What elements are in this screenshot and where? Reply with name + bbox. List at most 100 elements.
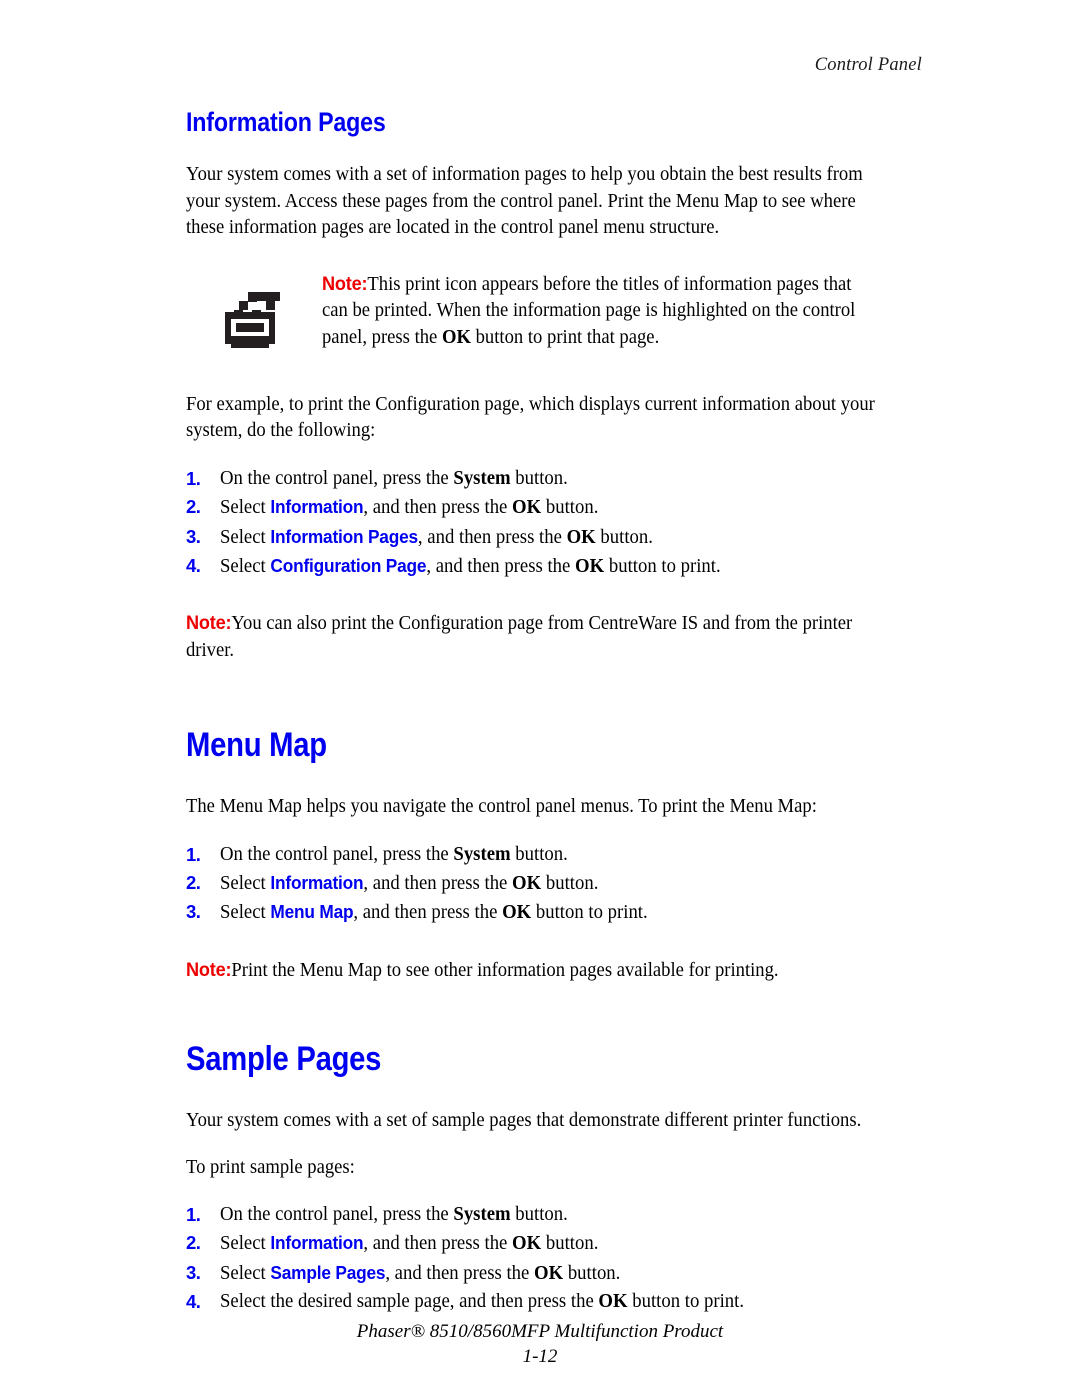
document-page: Control Panel Information Pages Your sys…	[0, 0, 1080, 1397]
page-title: Information Pages	[186, 107, 386, 137]
lead-in-paragraph: For example, to print the Configuration …	[186, 393, 875, 442]
step-text: On the control panel, press the System b…	[220, 465, 568, 493]
step-suffix: button.	[541, 873, 599, 895]
lead-in-paragraph: To print sample pages:	[186, 1156, 355, 1178]
step-number: 3.	[186, 525, 201, 547]
list-item: 3. Select Sample Pages, and then press t…	[186, 1259, 908, 1288]
step-number: 3.	[186, 901, 201, 923]
intro-paragraph: The Menu Map helps you navigate the cont…	[186, 796, 817, 818]
system-button-term: System	[453, 467, 511, 489]
ok-button-term: OK	[441, 326, 471, 348]
step-mid: , and then press the	[426, 556, 576, 578]
step-prefix: On the control panel, press the	[220, 1204, 454, 1226]
step-text: Select Menu Map, and then press the OK b…	[220, 898, 648, 927]
ok-button-term: OK	[575, 556, 605, 578]
step-number: 2.	[186, 872, 201, 894]
ok-button-term: OK	[598, 1291, 628, 1313]
step-prefix: Select	[220, 526, 271, 548]
step-prefix: Select	[220, 1233, 271, 1255]
step-suffix: button to print.	[531, 902, 648, 924]
running-header: Control Panel	[814, 55, 922, 75]
section-sample-pages: Sample Pages Your system comes with a se…	[186, 1042, 908, 1316]
ok-button-term: OK	[512, 873, 542, 895]
note-text: Print the Menu Map to see other informat…	[231, 959, 779, 981]
list-item: 1. On the control panel, press the Syste…	[186, 841, 908, 869]
step-suffix: button to print.	[627, 1291, 745, 1313]
steps-list-information-pages: 1. On the control panel, press the Syste…	[186, 465, 908, 582]
step-prefix: On the control panel, press the	[220, 843, 454, 865]
note-block-print-icon: Note:This print icon appears before the …	[186, 272, 908, 358]
step-number: 2.	[186, 496, 201, 518]
system-button-term: System	[453, 1204, 511, 1226]
footer-product-name: Phaser® 8510/8560MFP Multifunction Produ…	[356, 1321, 724, 1342]
step-mid: , and then press the	[363, 1233, 513, 1255]
step-text: Select Information, and then press the O…	[220, 869, 598, 898]
step-prefix: Select the desired sample page, and then…	[220, 1291, 599, 1313]
section-menu-map: Menu Map The Menu Map helps you navigate…	[186, 728, 908, 984]
step-prefix: Select	[220, 497, 271, 519]
step-text: Select Configuration Page, and then pres…	[220, 552, 721, 581]
section-heading-sample-pages: Sample Pages	[186, 1040, 382, 1079]
step-number: 2.	[186, 1232, 201, 1254]
step-suffix: button.	[510, 467, 568, 489]
section-information-pages: Information Pages Your system comes with…	[186, 108, 908, 664]
step-mid: , and then press the	[363, 497, 513, 519]
list-item: 2. Select Information, and then press th…	[186, 869, 908, 898]
step-number: 4.	[186, 555, 201, 577]
step-suffix: button.	[563, 1262, 621, 1284]
intro-paragraph: Your system comes with a set of informat…	[186, 164, 863, 239]
step-suffix: button.	[541, 1233, 599, 1255]
steps-list-sample-pages: 1. On the control panel, press the Syste…	[186, 1201, 908, 1317]
printer-icon	[222, 288, 284, 350]
step-mid: , and then press the	[363, 873, 513, 895]
list-item: 1. On the control panel, press the Syste…	[186, 1201, 908, 1229]
page-footer: Phaser® 8510/8560MFP Multifunction Produ…	[0, 1319, 1080, 1369]
step-prefix: On the control panel, press the	[220, 467, 454, 489]
note-block: Note:Print the Menu Map to see other inf…	[186, 958, 908, 985]
step-mid: , and then press the	[417, 526, 567, 548]
note-text-part-2: button to print that page.	[470, 326, 660, 348]
list-item: 1. On the control panel, press the Syste…	[186, 465, 908, 493]
menu-term-sample-pages: Sample Pages	[270, 1262, 386, 1283]
note-label: Note:	[186, 959, 232, 981]
menu-term-information: Information	[270, 1233, 364, 1254]
ok-button-term: OK	[512, 497, 542, 519]
step-text: On the control panel, press the System b…	[220, 841, 568, 869]
menu-term-configuration-page: Configuration Page	[270, 556, 427, 577]
ok-button-term: OK	[566, 526, 596, 548]
step-suffix: button to print.	[604, 556, 721, 578]
step-text: Select the desired sample page, and then…	[220, 1288, 744, 1316]
menu-term-information: Information	[270, 497, 364, 518]
step-number: 1.	[186, 843, 201, 865]
list-item: 4. Select Configuration Page, and then p…	[186, 552, 908, 581]
step-text: Select Information, and then press the O…	[220, 493, 598, 522]
list-item: 4. Select the desired sample page, and t…	[186, 1288, 908, 1316]
step-text: Select Sample Pages, and then press the …	[220, 1259, 620, 1288]
step-mid: , and then press the	[385, 1262, 535, 1284]
section-heading-menu-map: Menu Map	[186, 726, 327, 765]
note-text: Note:This print icon appears before the …	[322, 272, 908, 352]
step-text: Select Information Pages, and then press…	[220, 523, 653, 552]
step-text: On the control panel, press the System b…	[220, 1201, 568, 1229]
step-text: Select Information, and then press the O…	[220, 1229, 598, 1258]
step-prefix: Select	[220, 873, 271, 895]
step-number: 1.	[186, 1204, 201, 1226]
page-content: Information Pages Your system comes with…	[186, 108, 908, 1317]
step-number: 4.	[186, 1291, 201, 1313]
step-number: 1.	[186, 467, 201, 489]
step-suffix: button.	[541, 497, 599, 519]
note-block: Note:You can also print the Configuratio…	[186, 611, 908, 664]
step-suffix: button.	[510, 843, 568, 865]
step-mid: , and then press the	[353, 902, 503, 924]
ok-button-term: OK	[502, 902, 532, 924]
list-item: 2. Select Information, and then press th…	[186, 493, 908, 522]
intro-paragraph: Your system comes with a set of sample p…	[186, 1110, 862, 1132]
step-prefix: Select	[220, 1262, 271, 1284]
menu-term-information-pages: Information Pages	[270, 526, 418, 547]
menu-term-information: Information	[270, 873, 364, 894]
list-item: 3. Select Menu Map, and then press the O…	[186, 898, 908, 927]
ok-button-term: OK	[534, 1262, 564, 1284]
step-prefix: Select	[220, 556, 271, 578]
step-suffix: button.	[595, 526, 653, 548]
footer-page-number: 1-12	[522, 1346, 558, 1367]
